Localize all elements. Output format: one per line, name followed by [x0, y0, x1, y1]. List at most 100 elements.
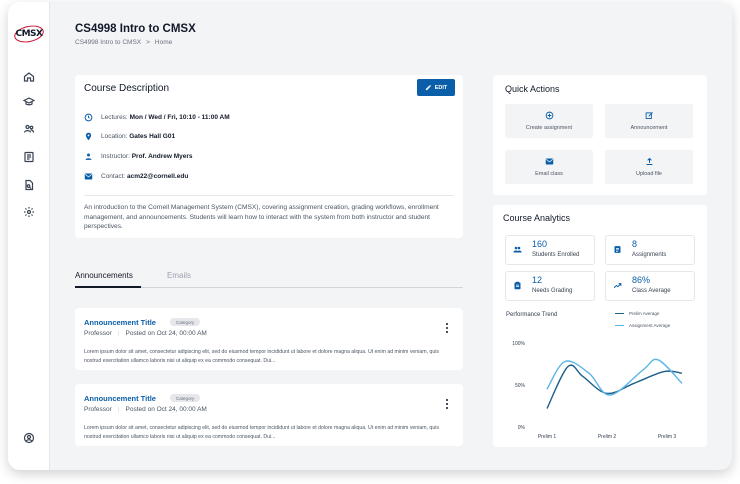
edit-button-label: EDIT — [434, 84, 448, 91]
email-class-label: Email class — [535, 171, 563, 177]
course-description-heading: Course Description — [84, 83, 170, 94]
meta-separator: | — [117, 406, 120, 413]
location-pin-icon — [85, 132, 92, 141]
breadcrumb-separator: > — [146, 39, 150, 46]
tab-emails[interactable]: Emails — [167, 271, 191, 280]
contact-value[interactable]: acm22@cornell.edu — [127, 173, 188, 180]
report-icon — [25, 179, 34, 191]
stat-value: 160 — [532, 239, 548, 249]
sidebar-item-reports[interactable] — [19, 175, 39, 195]
announcement-card[interactable]: Announcement Title Category Professor | … — [75, 308, 463, 370]
sidebar: CMSX — [8, 2, 50, 470]
sidebar-item-people[interactable] — [19, 119, 39, 139]
edit-note-icon — [645, 112, 653, 119]
more-vert-icon[interactable] — [444, 322, 450, 334]
more-vert-icon[interactable] — [444, 398, 450, 410]
lectures-value: Mon / Wed / Fri, 10:10 - 11:00 AM — [129, 114, 230, 121]
announcement-title[interactable]: Announcement Title — [84, 394, 156, 403]
stat-label: Needs Grading — [532, 288, 573, 294]
y-tick-label: 50% — [515, 383, 526, 389]
settings-icon — [24, 207, 34, 217]
y-tick-label: 100% — [512, 341, 525, 347]
course-description-card: Course Description EDIT Lectures: Mon / … — [75, 75, 463, 238]
category-badge: Category — [170, 318, 201, 326]
people-icon — [23, 124, 35, 133]
stat-label: Students Enrolled — [532, 252, 580, 258]
lectures-row: Lectures: Mon / Wed / Fri, 10:10 - 11:00… — [84, 113, 230, 122]
document-icon — [24, 151, 34, 163]
x-tick-label: Prelim 3 — [658, 434, 677, 440]
stat-label: Class Average — [632, 288, 671, 294]
legend-label: Assignment Average — [629, 323, 671, 328]
home-icon — [23, 72, 35, 82]
email-class-button[interactable]: Email class — [505, 150, 593, 184]
announcement-body: Lorem ipsum dolor sit amet, consectetur … — [84, 349, 439, 364]
x-tick-label: Prelim 1 — [538, 434, 557, 440]
stat-label: Assignments — [632, 252, 667, 258]
sidebar-item-settings[interactable] — [19, 202, 39, 222]
upload-file-button[interactable]: Upload file — [605, 150, 693, 184]
contact-row: Contact: acm22@cornell.edu — [84, 172, 188, 181]
person-icon — [85, 153, 92, 160]
breadcrumb-course[interactable]: CS4998 Intro to CMSX — [75, 39, 141, 46]
announcement-body: Lorem ipsum dolor sit amet, consectetur … — [84, 425, 439, 440]
active-tab-indicator — [75, 286, 141, 288]
chart-title: Performance Trend — [506, 312, 558, 318]
announcement-button[interactable]: Announcement — [605, 104, 693, 138]
divider — [84, 195, 454, 196]
announcement-date: Posted on Oct 24, 00:00 AM — [125, 330, 207, 337]
stat-needs-grading: 12 Needs Grading — [505, 271, 595, 301]
meta-separator: | — [117, 330, 120, 337]
announcement-card[interactable]: Announcement Title Category Professor | … — [75, 384, 463, 446]
legend-assignment-average: Assignment Average — [615, 323, 670, 328]
upload-file-label: Upload file — [636, 171, 662, 177]
edit-button[interactable]: EDIT — [417, 79, 455, 96]
stat-assignments: 8 Assignments — [605, 235, 695, 265]
logo-text: CMSX — [15, 29, 43, 39]
breadcrumb: CS4998 Intro to CMSX > Home — [75, 39, 196, 46]
sidebar-item-courses[interactable] — [19, 92, 39, 112]
instructor-label: Instructor: — [101, 153, 130, 160]
legend-label: Prelim Average — [629, 311, 660, 316]
tab-announcements[interactable]: Announcements — [75, 271, 133, 280]
performance-trend-chart: 0% 50% 100% Prelim 1 Prelim 2 Prelim 3 — [512, 341, 683, 440]
clipboard-icon — [514, 281, 521, 290]
instructor-row: Instructor: Prof. Andrew Myers — [84, 152, 193, 161]
people-icon — [513, 246, 522, 253]
account-icon — [23, 432, 35, 444]
contact-label: Contact: — [101, 173, 126, 180]
cmsx-logo[interactable]: CMSX — [12, 23, 46, 45]
stat-students-enrolled: 160 Students Enrolled — [505, 235, 595, 265]
sidebar-item-home[interactable] — [19, 67, 39, 87]
legend-prelim-average: Prelim Average — [615, 311, 659, 316]
mail-icon — [84, 173, 93, 180]
announcement-meta: Professor | Posted on Oct 24, 00:00 AM — [84, 406, 207, 413]
mail-icon — [545, 158, 553, 165]
location-row: Location: Gates Hall G01 — [84, 132, 175, 141]
x-tick-label: Prelim 2 — [598, 434, 617, 440]
clock-icon — [84, 113, 93, 122]
stat-value: 8 — [632, 239, 638, 249]
sidebar-item-account[interactable] — [19, 428, 39, 448]
stat-value: 86% — [632, 275, 651, 285]
announcement-author: Professor — [84, 330, 112, 337]
upload-icon — [646, 157, 652, 165]
instructor-value: Prof. Andrew Myers — [131, 153, 193, 160]
lectures-label: Lectures: — [101, 114, 128, 121]
page-header: CS4998 Intro to CMSX CS4998 Intro to CMS… — [75, 23, 196, 46]
announcement-title[interactable]: Announcement Title — [84, 318, 156, 327]
breadcrumb-home[interactable]: Home — [155, 39, 172, 46]
plus-circle-icon — [545, 111, 553, 120]
page-title: CS4998 Intro to CMSX — [75, 23, 196, 35]
announcement-author: Professor — [84, 406, 112, 413]
sidebar-item-documents[interactable] — [19, 147, 39, 167]
quick-actions-heading: Quick Actions — [505, 84, 560, 94]
app-window: CMSX CS4998 Intro to CMSX CS4998 Intro t… — [8, 2, 732, 470]
create-assignment-button[interactable]: Create assignment — [505, 104, 593, 138]
announcement-meta: Professor | Posted on Oct 24, 00:00 AM — [84, 330, 207, 337]
graduation-cap-icon — [23, 97, 35, 106]
quick-actions-card: Quick Actions Create assignment Announce… — [493, 75, 707, 195]
series-line-0 — [546, 364, 683, 409]
stat-value: 12 — [532, 275, 543, 285]
announcement-button-label: Announcement — [630, 125, 668, 131]
